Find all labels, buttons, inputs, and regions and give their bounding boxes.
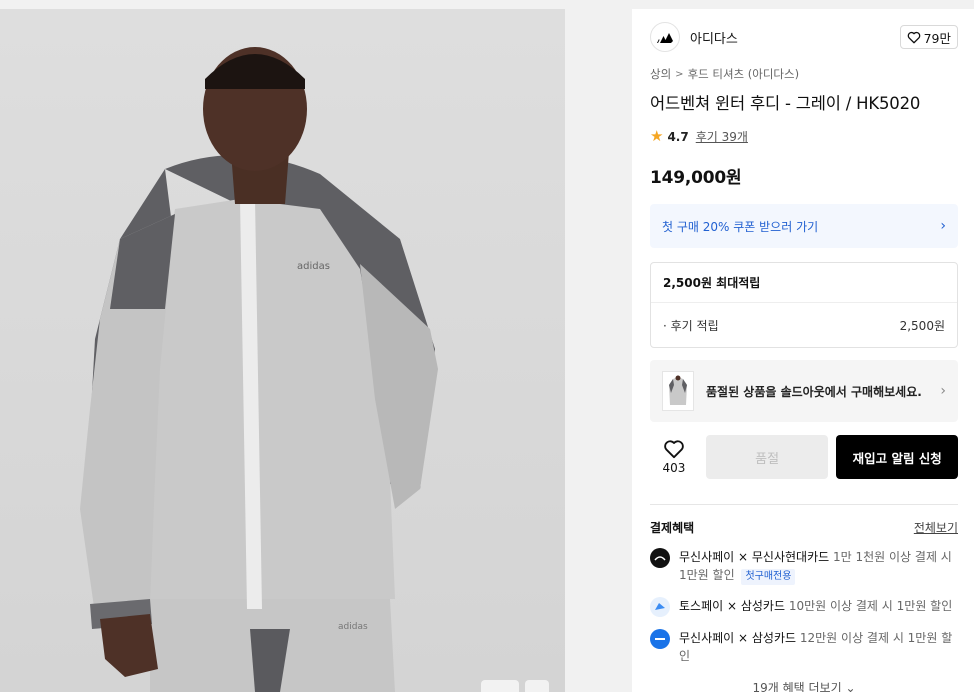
brand-row: 아디다스 79만 <box>650 9 958 65</box>
max-points-label: 2,500원 최대적립 <box>651 263 957 303</box>
chevron-right-icon: › <box>940 383 946 399</box>
soldout-banner[interactable]: 품절된 상품을 솔드아웃에서 구매해보세요. › <box>650 360 958 422</box>
rating-score: 4.7 <box>667 129 689 144</box>
hoodie-model-illustration: adidas adidas <box>80 47 438 692</box>
product-thumbnail <box>662 371 694 411</box>
product-image[interactable]: adidas adidas <box>0 9 565 692</box>
review-points-value: 2,500원 <box>899 318 945 333</box>
more-benefits-label: 19개 혜택 더보기 <box>752 681 842 692</box>
brand-name[interactable]: 아디다스 <box>690 28 738 47</box>
breadcrumb-item-subcategory[interactable]: 후드 티셔츠 (아디다스) <box>688 66 800 82</box>
review-points-label: · 후기 적립 <box>663 318 719 333</box>
payment-benefits-header: 결제혜택 전체보기 <box>650 519 958 536</box>
heart-outline-icon <box>664 440 684 459</box>
benefit-item: 무신사페이 × 무신사현대카드 1만 1천원 이상 결제 시 1만원 할인 첫구… <box>650 548 958 585</box>
benefit-text: 무신사페이 × 삼성카드 12만원 이상 결제 시 1만원 할인 <box>679 631 953 663</box>
see-all-benefits-link[interactable]: 전체보기 <box>914 519 958 536</box>
star-icon: ★ <box>650 127 664 145</box>
product-page: adidas adidas 아디다스 79만 상의 > 후드 티셔츠 (아디다스… <box>0 0 974 692</box>
more-benefits-button[interactable]: 19개 혜택 더보기 ⌄ <box>650 679 958 692</box>
restock-alert-button[interactable]: 재입고 알림 신청 <box>836 435 958 479</box>
chevron-down-icon: ⌄ <box>845 681 856 692</box>
product-like-button[interactable]: 403 <box>650 439 698 475</box>
svg-text:adidas: adidas <box>338 622 368 632</box>
first-purchase-badge: 첫구매전용 <box>741 569 796 585</box>
coupon-text: 첫 구매 20% 쿠폰 받으러 가기 <box>662 219 819 234</box>
chevron-right-icon: › <box>940 218 946 234</box>
benefit-item: 무신사페이 × 삼성카드 12만원 이상 결제 시 1만원 할인 <box>650 629 958 665</box>
image-navigation <box>481 680 549 692</box>
payment-benefits-title: 결제혜택 <box>650 521 695 535</box>
product-like-count: 403 <box>662 461 686 475</box>
product-title: 어드벤쳐 윈터 후디 - 그레이 / HK5020 <box>650 94 921 113</box>
product-price: 149,000원 <box>650 168 742 188</box>
brand-like-count: 79만 <box>923 30 951 46</box>
product-info-panel: 아디다스 79만 상의 > 후드 티셔츠 (아디다스) 어드벤쳐 윈터 후디 -… <box>632 9 974 692</box>
image-pager-button[interactable] <box>481 680 519 692</box>
brand-like-button[interactable]: 79만 <box>899 25 958 49</box>
image-expand-button[interactable] <box>525 680 549 692</box>
action-row: 403 품절 재입고 알림 신청 <box>650 434 958 480</box>
divider <box>650 504 958 505</box>
benefit-text: 무신사페이 × 무신사현대카드 1만 1천원 이상 결제 시 1만원 할인 첫구… <box>679 548 958 585</box>
points-box: 2,500원 최대적립 · 후기 적립 2,500원 <box>650 262 958 348</box>
adidas-logo-icon[interactable] <box>650 22 680 52</box>
first-purchase-coupon-banner[interactable]: 첫 구매 20% 쿠폰 받으러 가기 › <box>650 204 958 248</box>
chevron-right-icon: > <box>675 68 684 80</box>
samsung-card-icon <box>650 629 670 649</box>
benefit-item: 토스페이 × 삼성카드 10만원 이상 결제 시 1만원 할인 <box>650 597 958 617</box>
soldout-banner-text: 품절된 상품을 솔드아웃에서 구매해보세요. <box>706 384 922 399</box>
breadcrumb-item-category[interactable]: 상의 <box>650 66 671 82</box>
breadcrumb: 상의 > 후드 티셔츠 (아디다스) <box>650 66 958 82</box>
review-link[interactable]: 후기 39개 <box>696 128 748 145</box>
heart-outline-icon <box>907 31 920 43</box>
rating-row: ★ 4.7 후기 39개 <box>650 128 958 145</box>
benefit-text: 토스페이 × 삼성카드 10만원 이상 결제 시 1만원 할인 <box>679 599 953 613</box>
review-points-row: · 후기 적립 2,500원 <box>651 303 957 347</box>
toss-pay-icon <box>650 597 670 617</box>
svg-text:adidas: adidas <box>297 261 330 272</box>
soldout-button: 품절 <box>705 435 829 479</box>
musinsa-card-icon <box>650 548 670 568</box>
